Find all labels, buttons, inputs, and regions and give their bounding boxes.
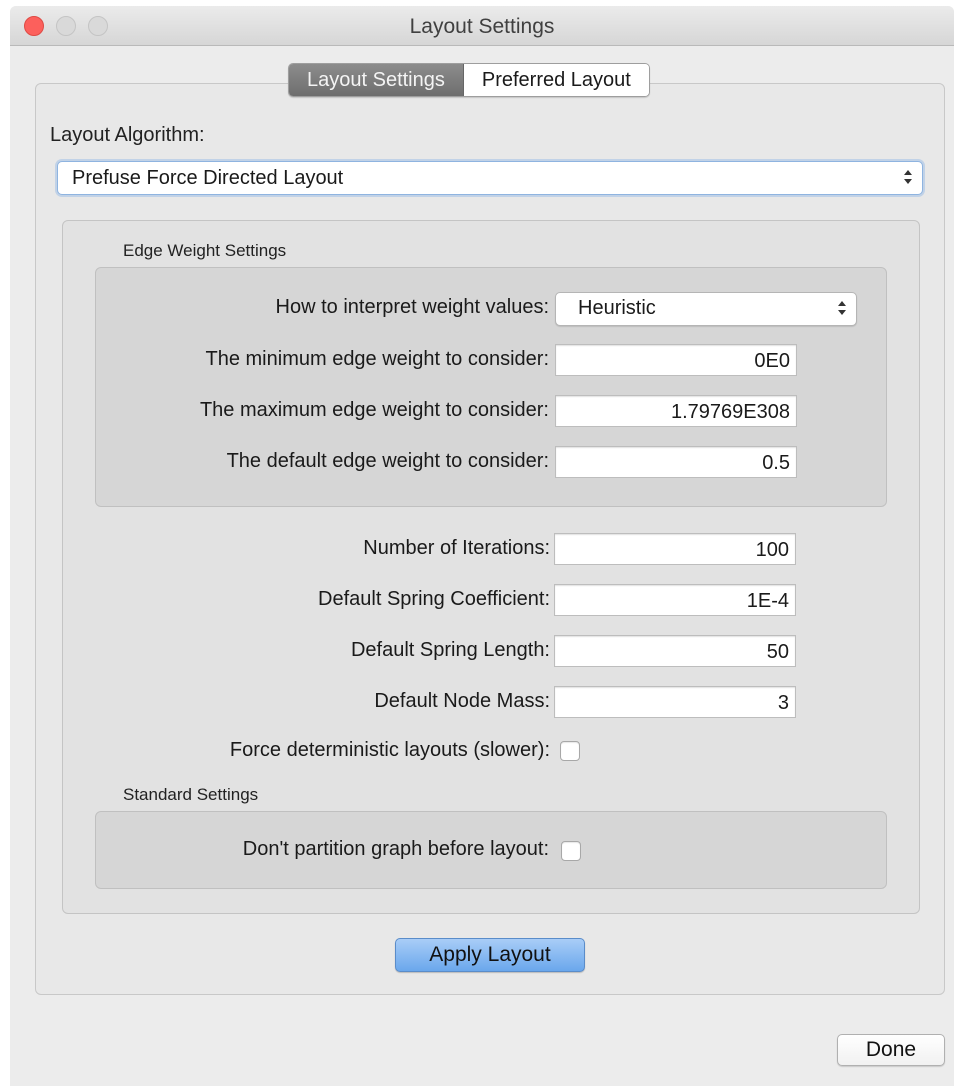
tab-layout-settings[interactable]: Layout Settings [289,64,464,96]
node-mass-input[interactable]: 3 [554,686,796,718]
title-bar: Layout Settings [10,6,954,46]
iterations-label: Number of Iterations: [363,537,550,559]
max-edge-weight-value: 1.79769E308 [670,401,790,423]
iterations-value: 100 [755,539,789,561]
default-edge-weight-value: 0.5 [762,452,790,474]
algorithm-settings-panel: Edge Weight Settings How to interpret we… [62,220,920,914]
apply-layout-button[interactable]: Apply Layout [395,938,585,972]
layout-algorithm-select[interactable]: Prefuse Force Directed Layout [57,161,923,195]
interpret-weight-select[interactable]: Heuristic [555,292,857,326]
default-edge-weight-input[interactable]: 0.5 [555,446,797,478]
deterministic-layout-checkbox[interactable] [560,741,580,761]
layout-algorithm-label: Layout Algorithm: [50,124,205,146]
node-mass-value: 3 [777,692,789,714]
tab-bar: Layout Settings Preferred Layout [288,63,650,97]
spring-coefficient-label: Default Spring Coefficient: [318,588,550,610]
done-button[interactable]: Done [837,1034,945,1066]
spring-coefficient-input[interactable]: 1E-4 [554,584,796,616]
tab-preferred-layout[interactable]: Preferred Layout [463,64,649,96]
interpret-weight-value: Heuristic [578,297,656,319]
partition-graph-checkbox[interactable] [561,841,581,861]
spring-length-label: Default Spring Length: [350,639,550,661]
layout-settings-window: Layout Settings Layout Settings Preferre… [10,6,954,1086]
edge-weight-settings-title: Edge Weight Settings [123,241,287,260]
min-edge-weight-label: The minimum edge weight to consider: [205,348,550,370]
min-edge-weight-value: 0E0 [754,350,790,372]
interpret-weight-label: How to interpret weight values: [275,296,549,318]
node-mass-label: Default Node Mass: [374,690,550,712]
default-edge-weight-label: The default edge weight to consider: [226,450,549,472]
updown-arrows-icon [904,168,914,188]
partition-graph-label: Don't partition graph before layout: [242,838,549,860]
max-edge-weight-label: The maximum edge weight to consider: [199,399,549,421]
standard-settings-group: Don't partition graph before layout: [95,811,887,889]
edge-weight-settings-group: How to interpret weight values: Heuristi… [95,267,887,507]
spring-length-input[interactable]: 50 [554,635,796,667]
updown-arrows-icon [838,299,848,319]
iterations-input[interactable]: 100 [554,533,796,565]
window-title: Layout Settings [409,15,555,38]
max-edge-weight-input[interactable]: 1.79769E308 [555,395,797,427]
min-edge-weight-input[interactable]: 0E0 [555,344,797,376]
standard-settings-title: Standard Settings [123,785,259,804]
deterministic-layout-label: Force deterministic layouts (slower): [229,739,550,761]
spring-coefficient-value: 1E-4 [746,590,789,612]
layout-algorithm-value: Prefuse Force Directed Layout [72,167,344,189]
spring-length-value: 50 [766,641,789,663]
